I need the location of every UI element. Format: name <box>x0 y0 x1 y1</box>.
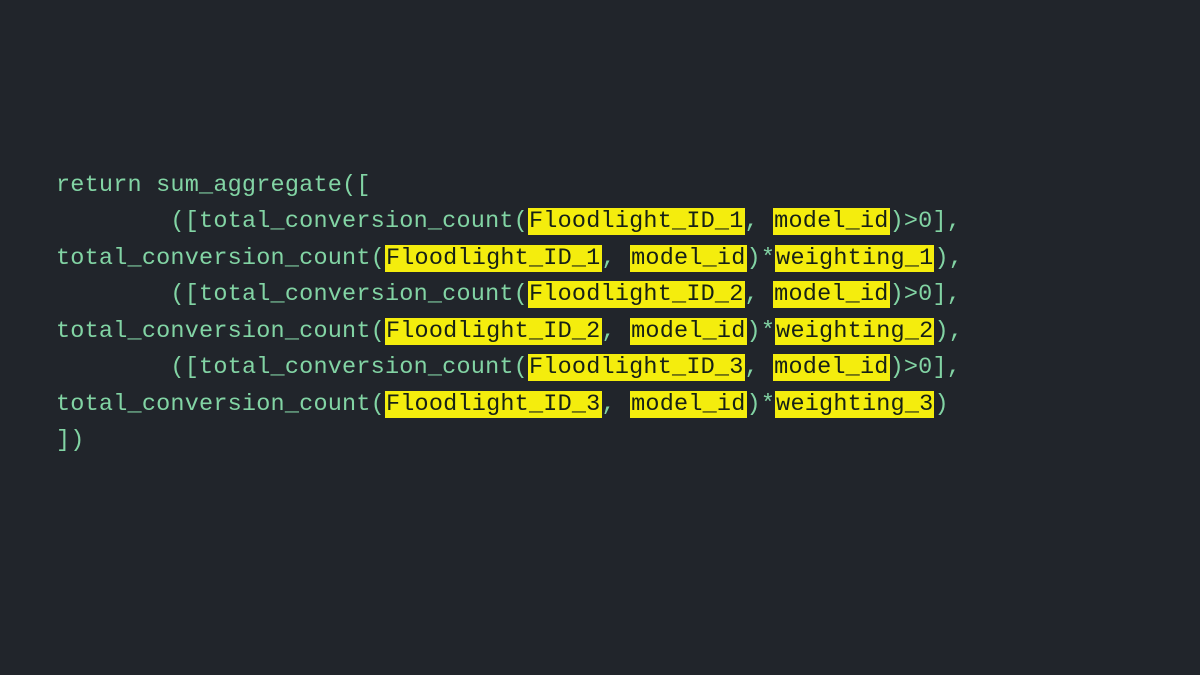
fn-open: [total_conversion_count( <box>185 354 528 381</box>
param-floodlight-3b: Floodlight_ID_3 <box>385 391 602 418</box>
mult: )* <box>747 318 776 345</box>
fn2-open: total_conversion_count( <box>56 245 385 272</box>
indent <box>56 354 170 381</box>
mult: )* <box>747 391 776 418</box>
row-end: ), <box>934 318 963 345</box>
indent <box>56 208 170 235</box>
param-model-2b: model_id <box>630 318 746 345</box>
param-floodlight-1a: Floodlight_ID_1 <box>528 208 745 235</box>
param-model-3b: model_id <box>630 391 746 418</box>
code-close: ]) <box>56 427 85 454</box>
fn-open: [total_conversion_count( <box>185 208 528 235</box>
indent <box>56 281 170 308</box>
comma: , <box>602 245 631 272</box>
cond-close: )>0], <box>890 354 962 381</box>
comma: , <box>602 391 631 418</box>
param-model-3a: model_id <box>773 354 889 381</box>
mult: )* <box>747 245 776 272</box>
fn-open: [total_conversion_count( <box>185 281 528 308</box>
param-model-1a: model_id <box>773 208 889 235</box>
param-floodlight-3a: Floodlight_ID_3 <box>528 354 745 381</box>
param-floodlight-2b: Floodlight_ID_2 <box>385 318 602 345</box>
fn2-open: total_conversion_count( <box>56 391 385 418</box>
row-end: ), <box>934 245 963 272</box>
param-floodlight-2a: Floodlight_ID_2 <box>528 281 745 308</box>
param-floodlight-1b: Floodlight_ID_1 <box>385 245 602 272</box>
comma: , <box>745 208 774 235</box>
code-line-1: return sum_aggregate([ <box>56 172 371 199</box>
cond-close: )>0], <box>890 281 962 308</box>
comma: , <box>745 354 774 381</box>
param-model-1b: model_id <box>630 245 746 272</box>
cond-close: )>0], <box>890 208 962 235</box>
row-end: ) <box>934 391 948 418</box>
param-model-2a: model_id <box>773 281 889 308</box>
param-weight-3: weighting_3 <box>775 391 934 418</box>
comma: , <box>602 318 631 345</box>
comma: , <box>745 281 774 308</box>
param-weight-1: weighting_1 <box>775 245 934 272</box>
code-snippet: return sum_aggregate([ ([total_conversio… <box>0 0 1200 459</box>
param-weight-2: weighting_2 <box>775 318 934 345</box>
fn2-open: total_conversion_count( <box>56 318 385 345</box>
